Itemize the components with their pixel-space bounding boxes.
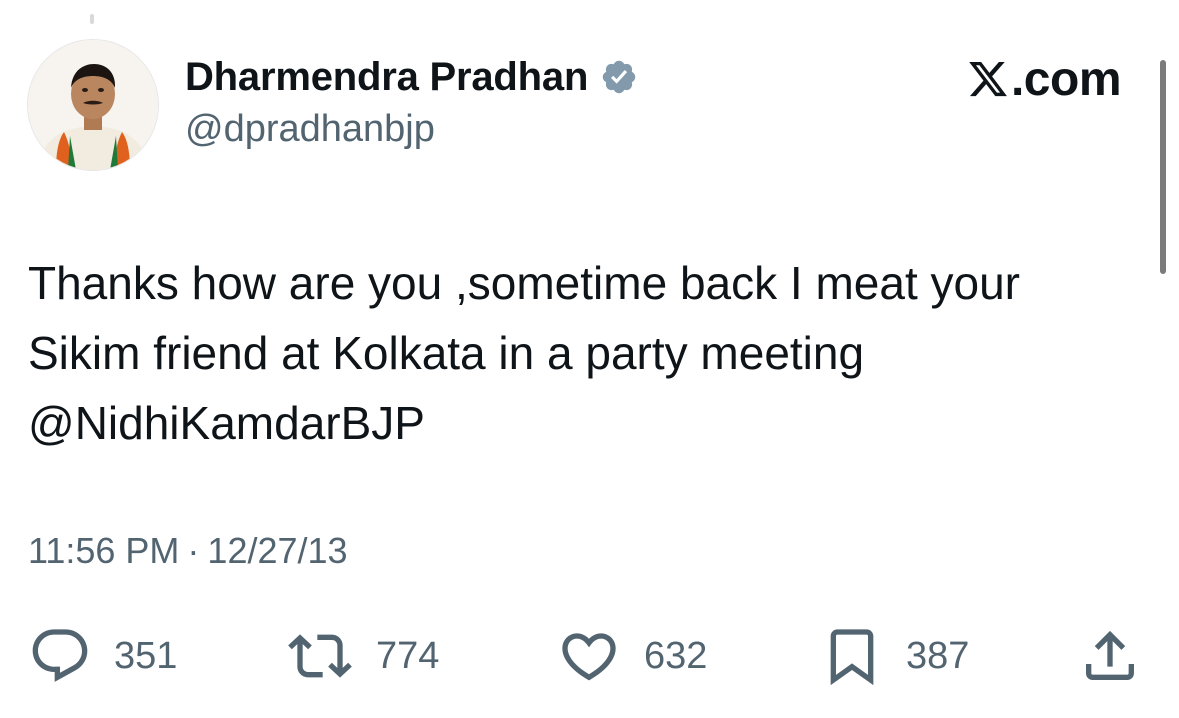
reply-button[interactable]: 351 [28, 624, 177, 688]
bookmark-count: 387 [906, 634, 970, 677]
reply-icon [28, 624, 92, 688]
tweet-text: Thanks how are you ,sometime back I meat… [28, 248, 1148, 458]
repost-button[interactable]: 774 [286, 624, 439, 688]
action-bar: 351 774 632 387 [28, 624, 1149, 688]
bookmark-icon [820, 624, 884, 688]
brand-domain: .com [1010, 52, 1122, 106]
bookmark-button[interactable]: 387 [820, 624, 969, 688]
share-button[interactable] [1078, 624, 1142, 688]
like-count: 632 [644, 634, 708, 677]
top-indicator [90, 14, 94, 24]
tweet-timestamp[interactable]: 11:56 PM · 12/27/13 [28, 530, 348, 572]
tweet-mention[interactable]: @NidhiKamdarBJP [28, 388, 1148, 458]
repost-count: 774 [376, 634, 440, 677]
tweet-line: Thanks how are you ,sometime back I meat… [28, 257, 1020, 309]
brand-logo: .com [967, 52, 1122, 106]
author-row: Dharmendra Pradhan [185, 52, 638, 102]
like-button[interactable]: 632 [556, 624, 707, 688]
reply-count: 351 [114, 634, 178, 677]
avatar[interactable] [28, 40, 158, 170]
verified-badge-icon[interactable] [600, 58, 638, 96]
author-handle[interactable]: @dpradhanbjp [185, 108, 435, 151]
scrollbar[interactable] [1160, 60, 1166, 274]
tweet-line: Sikim friend at Kolkata in a party meeti… [28, 327, 865, 379]
author-name[interactable]: Dharmendra Pradhan [185, 55, 588, 100]
x-logo-icon [967, 57, 1009, 101]
meta-separator: · [187, 530, 200, 571]
tweet-time: 11:56 PM [28, 530, 180, 571]
avatar-image [28, 40, 158, 170]
repost-icon [286, 624, 354, 688]
heart-icon [556, 624, 622, 688]
share-icon [1078, 624, 1142, 688]
tweet-date: 12/27/13 [207, 530, 348, 571]
